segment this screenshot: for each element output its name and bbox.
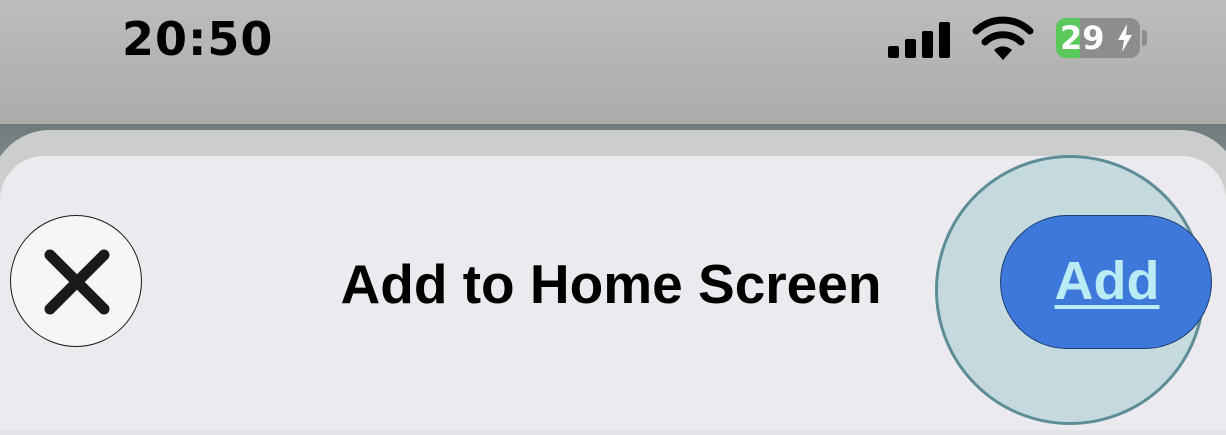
status-time: 20:50 bbox=[122, 12, 274, 66]
battery-icon: 29 bbox=[1056, 18, 1140, 58]
wifi-icon bbox=[972, 16, 1034, 60]
charging-bolt-icon bbox=[1118, 24, 1132, 52]
add-button[interactable]: Add bbox=[1000, 215, 1212, 349]
battery-level: 29 bbox=[1060, 19, 1105, 57]
sheet-divider bbox=[0, 430, 1226, 435]
cellular-signal-icon bbox=[888, 20, 952, 58]
battery-nub bbox=[1142, 30, 1147, 46]
add-button-label: Add bbox=[1054, 251, 1160, 311]
